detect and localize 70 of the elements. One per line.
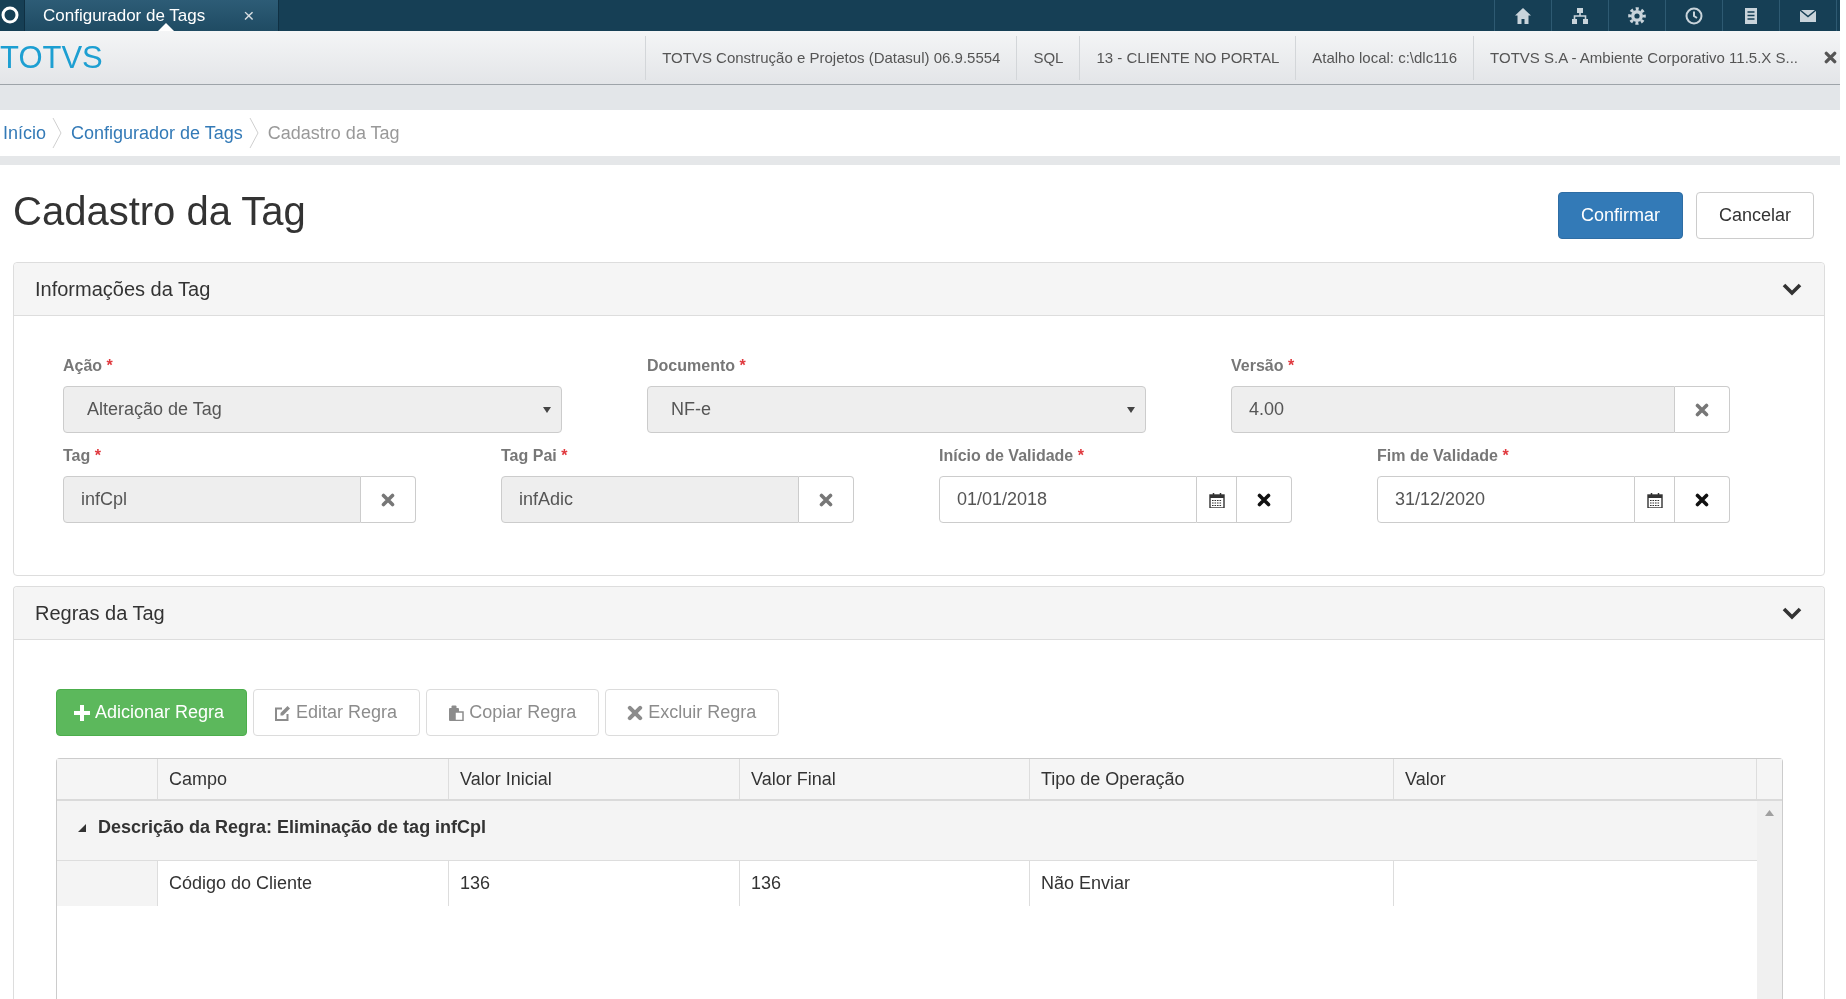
column-header[interactable]: Tipo de Operação <box>1029 759 1393 799</box>
plus-icon <box>74 704 90 721</box>
select-value: NF-e <box>671 399 711 420</box>
scrollbar[interactable] <box>1757 801 1782 999</box>
group-label: Descrição da Regra: Eliminação de tag infCpl <box>98 817 487 838</box>
field-label: Início de Validade * <box>939 446 1085 466</box>
calendar-icon <box>1208 491 1225 508</box>
page-title: Cadastro da Tag <box>13 189 306 233</box>
calendar-button[interactable] <box>1197 476 1237 523</box>
field-label: Documento * <box>647 356 747 376</box>
home-icon <box>1514 6 1532 25</box>
ring-icon <box>1 6 19 24</box>
clipboard-icon <box>448 704 465 721</box>
field-label: Versão * <box>1231 356 1296 376</box>
table-cell: 136 <box>739 861 1029 906</box>
field-label: Tag Pai * <box>501 446 569 466</box>
settings-icon <box>1628 6 1646 25</box>
scroll-up-arrow-icon <box>1765 810 1774 816</box>
field-label: Ação * <box>63 356 114 376</box>
column-header[interactable]: Valor <box>1393 759 1756 799</box>
document-icon <box>1742 6 1760 25</box>
close-icon[interactable] <box>1824 51 1837 64</box>
header-info-item: Atalho local: c:\dlc116 <box>1295 35 1474 80</box>
confirm-button[interactable]: Confirmar <box>1557 192 1683 239</box>
x-icon <box>1695 492 1709 507</box>
x-icon <box>1257 492 1271 507</box>
clock-icon <box>1685 6 1703 25</box>
table-cell: Não Enviar <box>1029 861 1393 906</box>
column-header[interactable]: Valor Final <box>739 759 1029 799</box>
caret-icon <box>543 406 551 413</box>
pointer-icon <box>158 23 174 31</box>
field-label: Tag * <box>63 446 102 466</box>
header-info-item: TOTVS S.A - Ambiente Corporativo 11.5.X S... <box>1473 35 1814 80</box>
x-icon <box>819 492 833 507</box>
field-label: Fim de Validade * <box>1377 446 1510 466</box>
header-info-item: TOTVS Construção e Projetos (Datasul) 06.9.5554 <box>645 35 1017 80</box>
x-icon <box>381 492 395 507</box>
close-button[interactable]: × <box>243 4 255 27</box>
logo-text: TOTVS <box>0 39 103 76</box>
table-cell: 136 <box>448 861 739 906</box>
panel-header[interactable]: Regras da Tag <box>14 587 1824 640</box>
edit-icon <box>275 704 292 721</box>
breadcrumb-link[interactable]: Início <box>3 122 47 144</box>
caret-icon <box>1127 406 1135 413</box>
panel-title: Informações da Tag <box>35 277 211 301</box>
x-icon <box>627 704 644 721</box>
calendar-button[interactable] <box>1635 476 1675 523</box>
breadcrumb-current: Cadastro da Tag <box>267 122 400 144</box>
input-field[interactable]: 01/01/2018 <box>939 476 1197 523</box>
breadcrumb-link[interactable]: Configurador de Tags <box>71 122 243 144</box>
clear-button[interactable] <box>1675 476 1730 523</box>
panel-title: Regras da Tag <box>35 601 165 625</box>
tab[interactable]: Configurador de Tags × <box>24 0 280 31</box>
x-icon <box>1695 402 1709 417</box>
chevron-separator-icon <box>52 118 63 148</box>
triangle-icon[interactable] <box>78 823 86 832</box>
clear-button[interactable] <box>1237 476 1292 523</box>
column-header[interactable]: Campo <box>157 759 448 799</box>
header-info-item: SQL <box>1016 35 1080 80</box>
calendar-icon <box>1646 491 1663 508</box>
header-info-item: 13 - CLIENTE NO PORTAL <box>1079 35 1296 80</box>
select-value: Alteração de Tag <box>87 399 222 420</box>
input-field[interactable]: 31/12/2020 <box>1377 476 1635 523</box>
cancel-button[interactable]: Cancelar <box>1695 192 1814 239</box>
table-cell: Código do Cliente <box>157 861 448 906</box>
sitemap-icon <box>1571 6 1589 25</box>
table-row[interactable]: Código do Cliente 136 136 Não Enviar <box>57 861 1757 906</box>
column-header[interactable]: Valor Inicial <box>448 759 739 799</box>
panel-header[interactable]: Informações da Tag <box>14 263 1824 316</box>
chevron-separator-icon <box>248 118 259 148</box>
